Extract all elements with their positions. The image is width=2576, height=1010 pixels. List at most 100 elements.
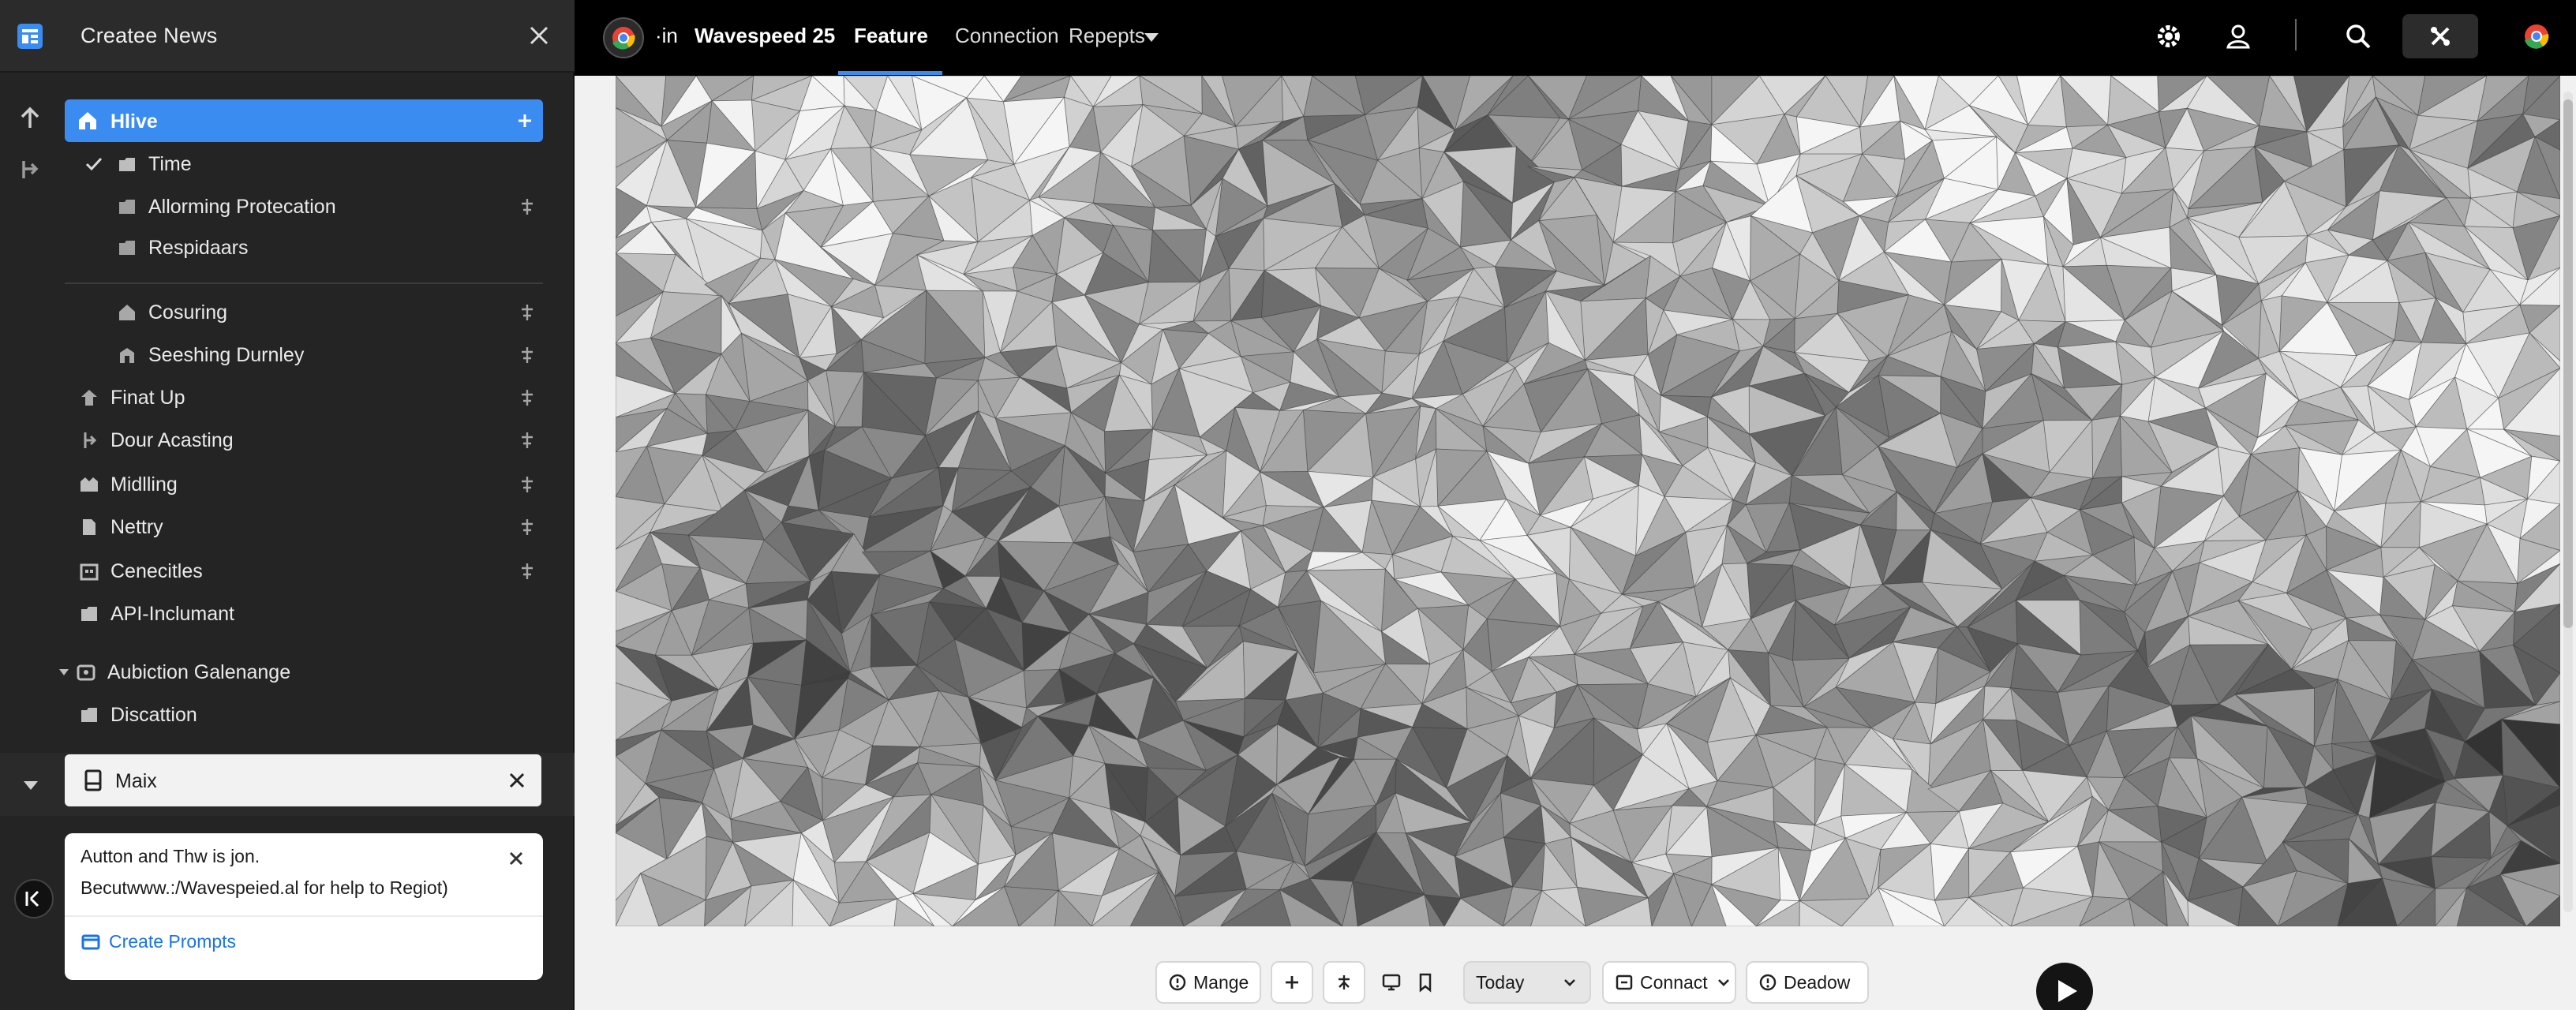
tab-repepts[interactable]: Repepts bbox=[1069, 24, 1145, 48]
sidebar-item-label: Cenecitles bbox=[110, 559, 203, 582]
tb-prefix: ·in bbox=[655, 24, 678, 47]
create-prompts-label: Create Prompts bbox=[109, 931, 237, 952]
top-bar: ·in Wavespeed 25 Feature Connection Repe… bbox=[575, 0, 2576, 76]
user-icon[interactable] bbox=[2222, 21, 2254, 52]
sidebar-item-nettry[interactable]: Nettry bbox=[77, 507, 163, 548]
toast-divider bbox=[65, 915, 543, 917]
link-icon bbox=[1616, 974, 1633, 990]
sidebar-item-hlive[interactable]: Hlive bbox=[65, 99, 543, 142]
plus-icon[interactable] bbox=[513, 109, 537, 133]
tab-connection[interactable]: Connection bbox=[955, 24, 1059, 48]
close-icon[interactable] bbox=[507, 770, 527, 791]
search-icon[interactable] bbox=[2342, 21, 2374, 52]
sidebar-item-label: Discattion bbox=[110, 703, 197, 726]
document-icon bbox=[77, 515, 101, 539]
bookmark-icon bbox=[1419, 973, 1432, 993]
app-title: Wavespeed 25 bbox=[695, 24, 836, 47]
transform-button[interactable] bbox=[1323, 961, 1365, 1004]
sidebar-item-finat-up[interactable]: Finat Up bbox=[77, 377, 185, 418]
topbar-divider bbox=[2295, 19, 2297, 50]
add-button[interactable] bbox=[1271, 961, 1313, 1004]
tools-icon bbox=[2431, 27, 2450, 46]
gear-icon[interactable] bbox=[2153, 21, 2185, 52]
pin-icon[interactable] bbox=[516, 429, 538, 451]
sidebar-item-label: Dour Acasting bbox=[110, 428, 234, 451]
maix-input[interactable]: Maix bbox=[65, 754, 541, 806]
sidebar-item-cosuring[interactable]: Cosuring bbox=[115, 292, 227, 333]
pin-icon[interactable] bbox=[516, 560, 538, 582]
play-button[interactable] bbox=[2036, 963, 2093, 1010]
mange-button[interactable]: Mange bbox=[1155, 961, 1261, 1004]
building-icon bbox=[115, 343, 139, 367]
pin-icon[interactable] bbox=[516, 301, 538, 324]
toast-message-secondary: Becutwww.:/Wavespeied.al for help to Reg… bbox=[80, 877, 448, 898]
folder-icon bbox=[77, 703, 101, 727]
plus-icon bbox=[1286, 976, 1298, 989]
close-icon[interactable] bbox=[505, 847, 527, 870]
pin-icon[interactable] bbox=[516, 473, 538, 496]
tools-button[interactable] bbox=[2402, 14, 2478, 58]
sidebar-item-allorming[interactable]: Allorming Protecation bbox=[115, 186, 336, 227]
sidebar-item-label: Nettry bbox=[110, 515, 163, 538]
arrow-up-icon[interactable] bbox=[16, 104, 44, 133]
bookmark-button[interactable] bbox=[1411, 961, 1440, 1004]
chevron-down-icon bbox=[1564, 979, 1575, 986]
home-icon bbox=[77, 386, 101, 410]
pin-icon[interactable] bbox=[516, 516, 538, 538]
active-tab-indicator bbox=[838, 71, 942, 75]
sidebar-item-midlling[interactable]: Midlling bbox=[77, 464, 178, 505]
deadow-button[interactable]: Deadow bbox=[1746, 961, 1869, 1004]
pin-icon[interactable] bbox=[516, 196, 538, 218]
maix-label: Maix bbox=[115, 770, 157, 792]
window-icon bbox=[81, 934, 100, 949]
check-icon bbox=[82, 152, 106, 176]
info-icon bbox=[1759, 974, 1777, 991]
sidebar-item-seeshing[interactable]: Seeshing Durnley bbox=[115, 335, 304, 376]
app-logo-icon[interactable] bbox=[16, 22, 44, 50]
image-preview[interactable] bbox=[616, 76, 2560, 926]
branch-icon bbox=[77, 428, 101, 452]
folder-icon bbox=[115, 195, 139, 219]
sidebar-item-aubiction[interactable]: Aubiction Galenange bbox=[57, 652, 290, 693]
sidebar-item-label: API-Inclumant bbox=[110, 602, 235, 625]
home-icon bbox=[115, 301, 139, 324]
main-content: Mange Today Connact Deadow bbox=[575, 76, 2576, 1010]
sidebar-item-time[interactable]: Time bbox=[82, 144, 192, 185]
sidebar-item-cenecitles[interactable]: Cenecitles bbox=[77, 551, 203, 592]
chrome-icon[interactable] bbox=[2521, 21, 2552, 52]
sidebar-item-respidaars[interactable]: Respidaars bbox=[115, 227, 248, 268]
toast-message: Autton and Thw is jon. bbox=[80, 846, 260, 866]
notification-toast: Autton and Thw is jon. Becutwww.:/Wavesp… bbox=[65, 833, 543, 980]
sidebar-item-label: Finat Up bbox=[110, 386, 185, 409]
avatar[interactable] bbox=[14, 879, 54, 918]
sidebar-item-label: Hlive bbox=[110, 110, 158, 133]
mange-label: Mange bbox=[1193, 971, 1249, 993]
scrollbar-thumb[interactable] bbox=[2563, 99, 2573, 628]
sidebar-item-label: Respidaars bbox=[148, 236, 249, 259]
sidebar-item-dour-acasting[interactable]: Dour Acasting bbox=[77, 420, 234, 461]
chevron-down-icon bbox=[1717, 979, 1729, 986]
comment-button[interactable] bbox=[1373, 961, 1410, 1004]
date-range-select[interactable]: Today bbox=[1463, 961, 1591, 1004]
calendar-icon bbox=[77, 559, 101, 583]
sidebar-item-label: Cosuring bbox=[148, 301, 228, 324]
chrome-icon[interactable] bbox=[603, 17, 644, 58]
chevron-down-icon[interactable] bbox=[19, 773, 43, 797]
folder-icon bbox=[115, 152, 139, 176]
pin-icon[interactable] bbox=[516, 387, 538, 409]
sidebar-item-api-inclumant[interactable]: API-Inclumant bbox=[77, 593, 234, 634]
create-prompts-link[interactable]: Create Prompts bbox=[80, 931, 236, 952]
branch-icon[interactable] bbox=[16, 155, 44, 183]
close-icon[interactable] bbox=[526, 22, 552, 49]
pin-icon[interactable] bbox=[516, 344, 538, 366]
caret-down-icon bbox=[57, 660, 71, 684]
connact-button[interactable]: Connact bbox=[1602, 961, 1736, 1004]
caret-down-icon[interactable] bbox=[1143, 28, 1160, 46]
info-icon bbox=[1169, 974, 1186, 991]
sidebar-item-label: Seeshing Durnley bbox=[148, 343, 305, 366]
tab-feature[interactable]: Feature bbox=[854, 24, 928, 48]
sidebar-item-discattion[interactable]: Discattion bbox=[77, 694, 197, 735]
sidebar-item-label: Allorming Protecation bbox=[148, 195, 336, 218]
sidebar-item-label: Midlling bbox=[110, 473, 178, 496]
database-icon bbox=[74, 660, 98, 684]
